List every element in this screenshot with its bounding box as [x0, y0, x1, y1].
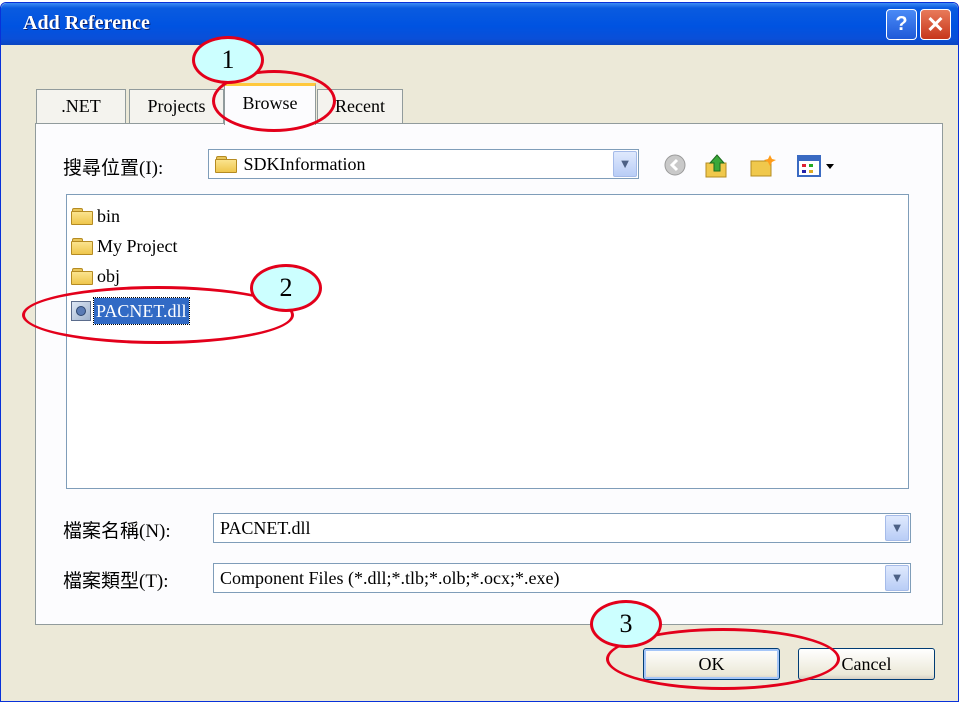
window-title: Add Reference — [23, 12, 150, 34]
title-bar[interactable]: Add Reference ? ✕ — [1, 3, 958, 45]
step-marker-3: 3 — [590, 600, 662, 648]
views-menu-icon[interactable] — [796, 153, 838, 179]
tab-browse[interactable]: Browse — [224, 83, 316, 125]
new-folder-icon[interactable] — [749, 153, 777, 179]
close-button[interactable]: ✕ — [920, 9, 951, 40]
tab-net[interactable]: .NET — [36, 89, 126, 123]
help-button[interactable]: ? — [886, 9, 917, 40]
file-name: PACNET.dll — [93, 297, 190, 325]
back-icon[interactable] — [663, 153, 687, 177]
folder-icon — [71, 238, 93, 255]
filetype-value: Component Files (*.dll;*.tlb;*.olb;*.ocx… — [220, 568, 560, 588]
filename-input[interactable]: PACNET.dll ▼ — [213, 513, 911, 543]
filename-value: PACNET.dll — [220, 518, 311, 538]
filename-label: 檔案名稱(N): — [63, 521, 171, 542]
list-item-pacnet-dll[interactable]: PACNET.dll — [71, 297, 190, 325]
folder-icon — [71, 268, 93, 285]
list-item-obj[interactable]: obj — [71, 263, 122, 289]
add-reference-dialog: Add Reference ? ✕ .NET Projects Browse R… — [0, 2, 959, 702]
folder-icon — [71, 208, 93, 225]
file-name: obj — [97, 266, 121, 286]
filetype-dropdown[interactable]: Component Files (*.dll;*.tlb;*.olb;*.ocx… — [213, 563, 911, 593]
filetype-label: 檔案類型(T): — [63, 571, 169, 592]
tab-recent[interactable]: Recent — [317, 89, 403, 123]
chevron-down-icon[interactable]: ▼ — [613, 151, 637, 177]
tab-projects[interactable]: Projects — [129, 89, 224, 123]
folder-icon — [215, 156, 237, 173]
up-folder-icon[interactable] — [704, 153, 730, 179]
lookin-dropdown[interactable]: SDKInformation ▼ — [208, 149, 639, 179]
cancel-button[interactable]: Cancel — [798, 648, 935, 680]
chevron-down-icon[interactable]: ▼ — [885, 515, 909, 541]
step-marker-1: 1 — [192, 36, 264, 84]
dll-file-icon — [71, 301, 91, 321]
ok-button[interactable]: OK — [643, 648, 780, 680]
file-name: My Project — [97, 236, 178, 256]
help-icon: ? — [895, 13, 908, 35]
step-marker-2: 2 — [250, 264, 322, 312]
lookin-value: SDKInformation — [243, 154, 366, 174]
list-item-bin[interactable]: bin — [71, 203, 122, 229]
file-name: bin — [97, 206, 121, 226]
close-icon: ✕ — [926, 11, 945, 37]
file-list[interactable]: bin My Project obj PACNET.dll — [66, 194, 909, 489]
lookin-label: 搜尋位置(I): — [63, 158, 164, 179]
chevron-down-icon[interactable]: ▼ — [885, 565, 909, 591]
list-item-my-project[interactable]: My Project — [71, 233, 180, 259]
